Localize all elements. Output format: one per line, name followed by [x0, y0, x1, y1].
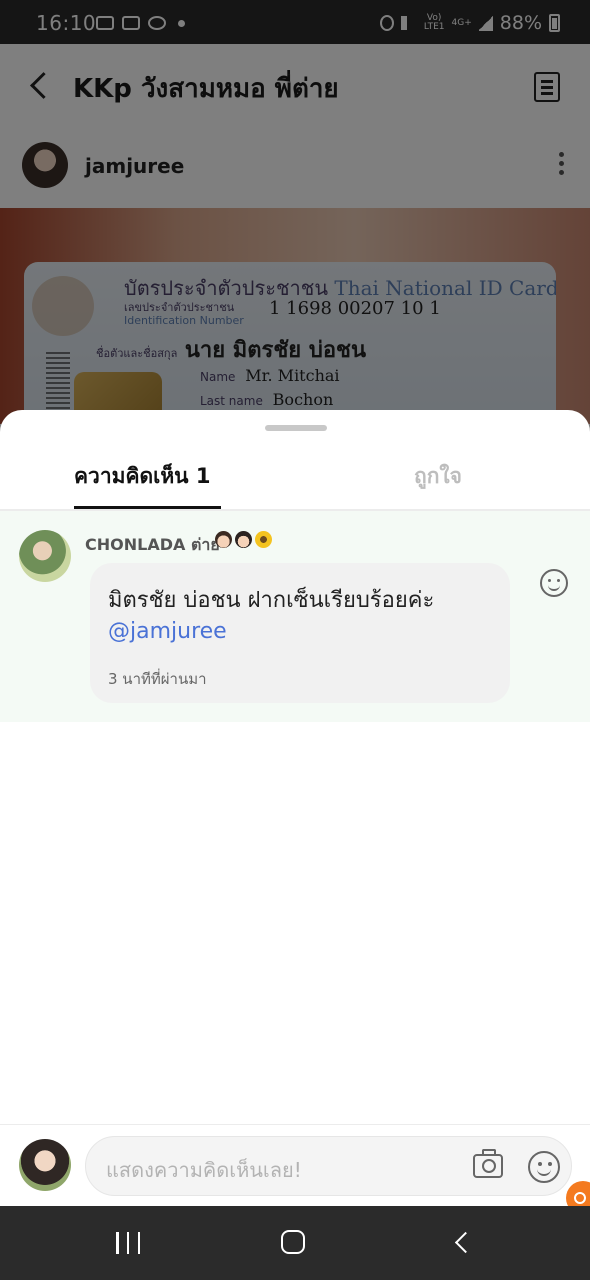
comment-text: มิตรชัย บ่อชน ฝากเซ็นเรียบร้อยค่ะ @jamju… [108, 585, 498, 647]
comment-input-placeholder: แสดงความคิดเห็นเลย! [106, 1158, 302, 1182]
emoji-icon[interactable] [528, 1151, 560, 1183]
back-icon[interactable] [452, 1232, 474, 1254]
comments-sheet: ความคิดเห็น 1 ถูกใจ CHONLADA ต่าย มิตรชั… [0, 410, 590, 1215]
comment-mention[interactable]: @jamjuree [108, 619, 227, 644]
name-emojis [215, 531, 272, 548]
drag-handle[interactable] [265, 425, 327, 431]
comment-item: CHONLADA ต่าย มิตรชัย บ่อชน ฝากเซ็นเรียบ… [0, 511, 590, 722]
input-divider [0, 1124, 590, 1125]
avatar[interactable] [19, 530, 71, 582]
recents-icon[interactable] [116, 1232, 140, 1254]
sunflower-emoji-icon [255, 531, 272, 548]
comment-body: มิตรชัย บ่อชน ฝากเซ็นเรียบร้อยค่ะ [108, 588, 435, 613]
camera-icon[interactable] [473, 1149, 503, 1178]
woman-emoji-icon [235, 531, 252, 548]
comment-timestamp: 3 นาทีที่ผ่านมา [108, 670, 207, 688]
avatar [19, 1139, 71, 1191]
home-icon[interactable] [281, 1230, 305, 1254]
tab-likes[interactable]: ถูกใจ [414, 460, 462, 493]
comment-input[interactable]: แสดงความคิดเห็นเลย! [85, 1136, 572, 1196]
commenter-name[interactable]: CHONLADA ต่าย [85, 533, 220, 558]
navigation-bar [0, 1206, 590, 1280]
man-emoji-icon [215, 531, 232, 548]
tab-comments[interactable]: ความคิดเห็น 1 [74, 460, 210, 493]
comment-bubble[interactable]: มิตรชัย บ่อชน ฝากเซ็นเรียบร้อยค่ะ @jamju… [90, 563, 510, 703]
smiley-react-icon[interactable] [540, 569, 568, 597]
